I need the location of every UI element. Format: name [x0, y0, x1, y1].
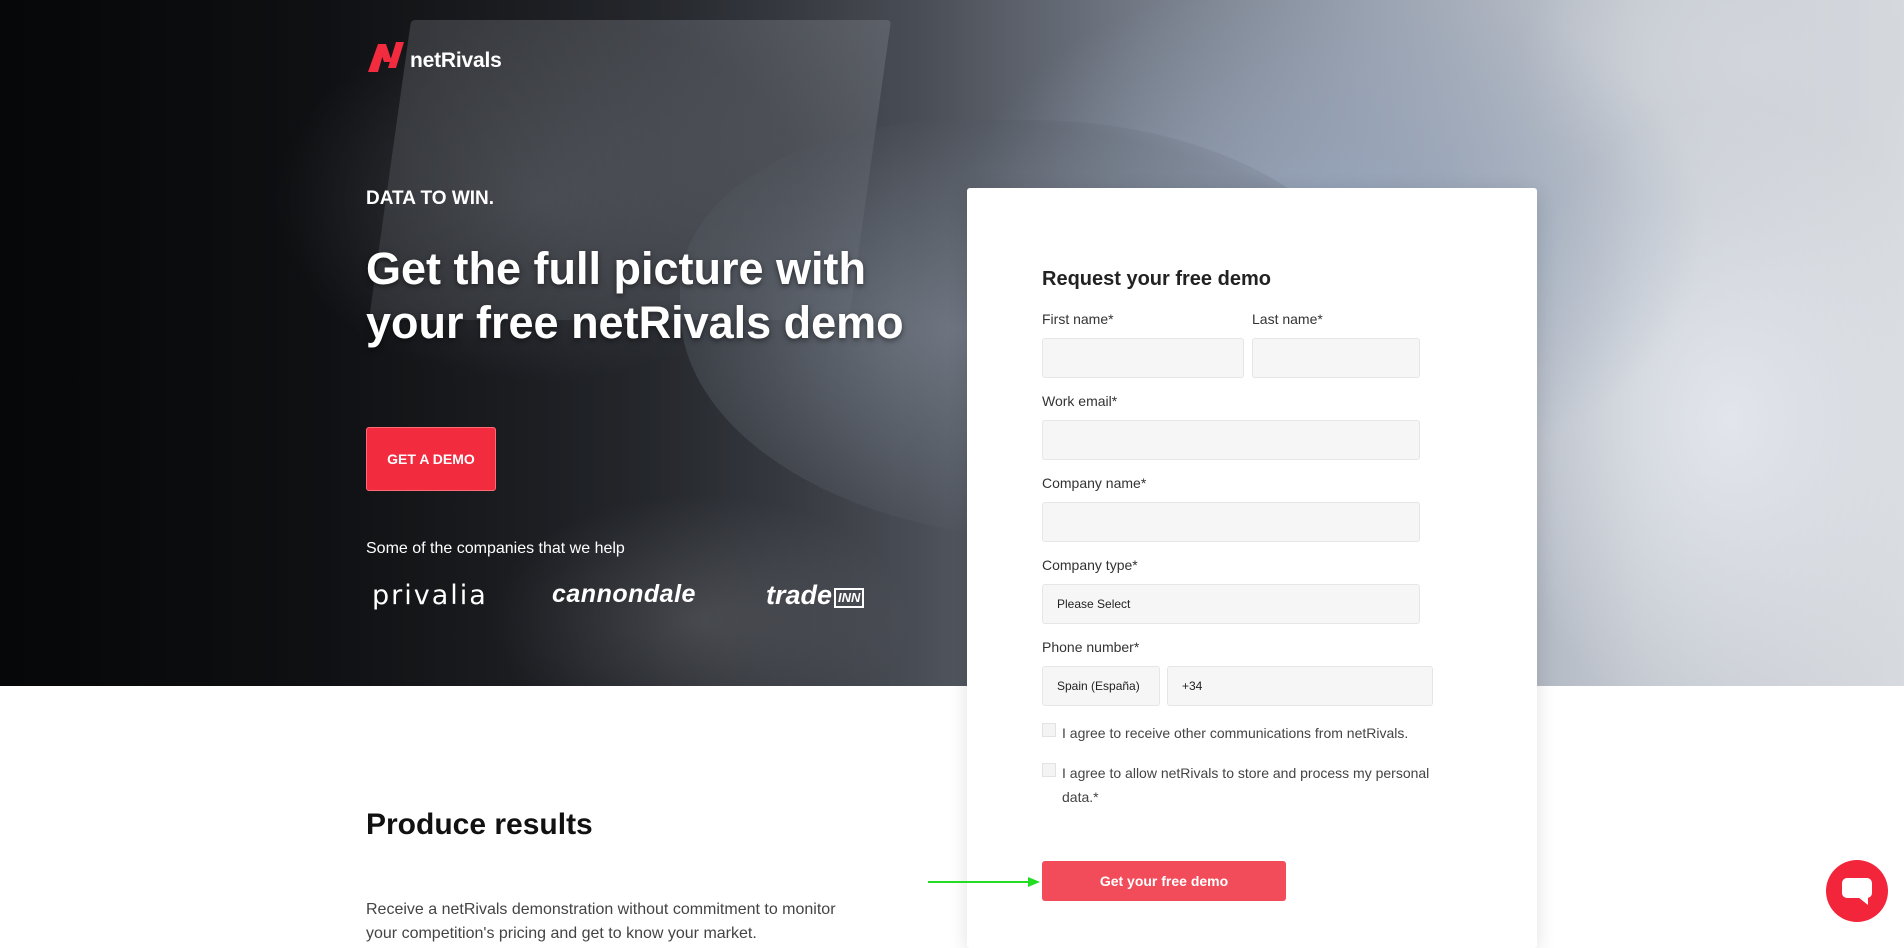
company-type-label: Company type* — [1042, 557, 1138, 573]
data-processing-checkbox[interactable] — [1042, 763, 1056, 777]
work-email-label: Work email* — [1042, 393, 1118, 409]
logo-text: netRivals — [410, 49, 502, 72]
hero-tagline: DATA TO WIN. — [366, 188, 495, 209]
company-type-value: Please Select — [1057, 597, 1131, 611]
first-name-field[interactable] — [1042, 338, 1244, 378]
cannondale-wordmark: cannondale — [552, 580, 696, 608]
logo[interactable]: netRivals — [366, 40, 502, 74]
phone-country-select[interactable]: Spain (España) — [1042, 666, 1160, 706]
company-type-select[interactable]: Please Select — [1042, 584, 1420, 624]
phone-number-label: Phone number* — [1042, 639, 1140, 655]
cannondale-logo: cannondale — [552, 580, 696, 609]
green-arrow-icon — [928, 877, 1040, 887]
get-a-demo-button[interactable]: GET A DEMO — [366, 427, 496, 491]
data-processing-consent-text: I agree to allow netRivals to store and … — [1062, 765, 1430, 805]
hero-headline: Get the full picture with your free netR… — [366, 243, 904, 348]
form-title: Request your free demo — [1042, 268, 1271, 290]
last-name-label: Last name* — [1252, 311, 1323, 327]
chat-bubble-icon — [1842, 878, 1872, 905]
section-title: Produce results — [366, 808, 593, 841]
privalia-logo: privalia — [372, 580, 488, 611]
privalia-wordmark: privalia — [372, 580, 488, 611]
first-name-label: First name* — [1042, 311, 1114, 327]
tradeinn-inn-badge: INN — [834, 587, 865, 608]
get-your-free-demo-button[interactable]: Get your free demo — [1042, 861, 1286, 901]
companies-label: Some of the companies that we help — [366, 540, 625, 557]
chat-widget-button[interactable] — [1826, 860, 1888, 922]
company-name-field[interactable] — [1042, 502, 1420, 542]
phone-number-field[interactable]: +34 — [1167, 666, 1433, 706]
demo-request-form: Request your free demo First name* Last … — [967, 188, 1537, 948]
company-name-label: Company name* — [1042, 475, 1147, 491]
phone-number-value: +34 — [1182, 679, 1203, 693]
tradeinn-logo: trade INN — [766, 580, 865, 611]
last-name-field[interactable] — [1252, 338, 1420, 378]
communications-checkbox[interactable] — [1042, 723, 1056, 737]
netrivals-n-icon — [366, 40, 406, 74]
hero-section: netRivals DATA TO WIN. Get the full pict… — [0, 0, 1904, 686]
section-body: Receive a netRivals demonstration withou… — [366, 901, 836, 942]
communications-consent-text: I agree to receive other communications … — [1062, 725, 1409, 741]
phone-country-value: Spain (España) — [1057, 679, 1140, 693]
tradeinn-wordmark: trade — [766, 580, 833, 610]
work-email-field[interactable] — [1042, 420, 1420, 460]
